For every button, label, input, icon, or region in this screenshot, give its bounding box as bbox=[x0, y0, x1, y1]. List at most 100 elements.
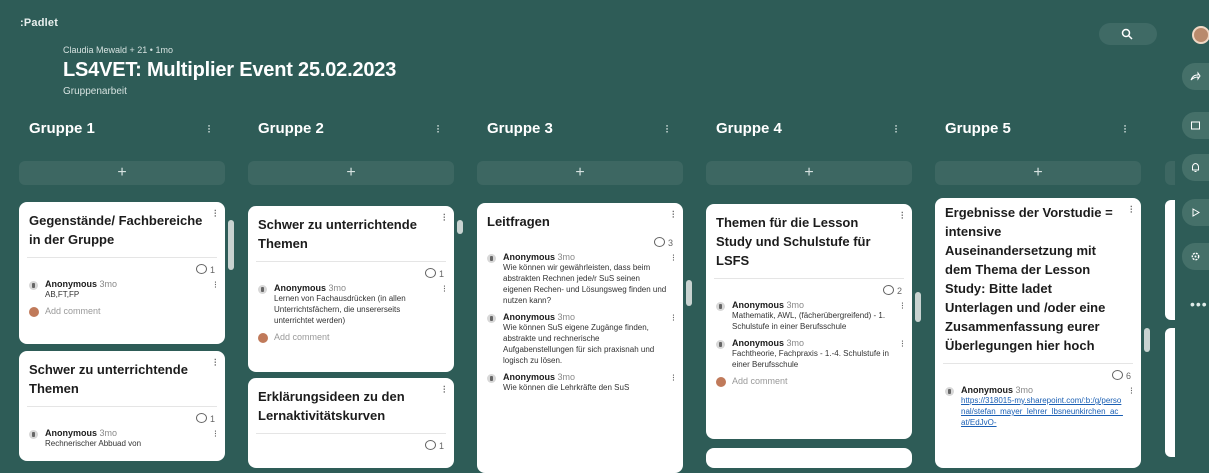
add-post-button[interactable]: + bbox=[935, 161, 1141, 185]
column-title: Gruppe 5 bbox=[945, 120, 1011, 137]
column-header: Gruppe 1 ⁝ bbox=[19, 120, 225, 144]
post-menu-icon[interactable]: ⁝ bbox=[214, 356, 218, 369]
gear-icon bbox=[1191, 252, 1200, 261]
post-card[interactable]: Gegenstände/ Fachbereiche in der Gruppe … bbox=[19, 202, 225, 344]
post-menu-icon[interactable]: ⁝ bbox=[1130, 203, 1134, 216]
column-menu-icon[interactable]: ⁝ bbox=[894, 122, 898, 136]
comment-count: 2 bbox=[706, 279, 912, 296]
add-post-button[interactable]: + bbox=[248, 161, 454, 185]
comment-menu-icon[interactable]: ⁝ bbox=[672, 373, 675, 384]
scrollbar[interactable] bbox=[457, 220, 463, 234]
scrollbar[interactable] bbox=[915, 292, 921, 322]
comment-body: Wie können die Lehrkräfte den SuS bbox=[503, 383, 630, 392]
post-card-partial[interactable] bbox=[1165, 200, 1175, 320]
share-button[interactable] bbox=[1182, 63, 1209, 90]
comment-menu-icon[interactable]: ⁝ bbox=[672, 313, 675, 324]
comment: Anonymous 3mo https://318015-my.sharepoi… bbox=[935, 381, 1141, 430]
comment-body: AB,FT,FP bbox=[45, 290, 80, 299]
comment-author: Anonymous bbox=[45, 428, 98, 438]
add-post-button[interactable]: + bbox=[19, 161, 225, 185]
anonymous-avatar-icon bbox=[258, 285, 267, 294]
comment-menu-icon[interactable]: ⁝ bbox=[672, 253, 675, 264]
comment-icon bbox=[882, 285, 894, 295]
scrollbar[interactable] bbox=[1144, 328, 1150, 352]
comment-icon bbox=[424, 440, 436, 450]
remix-icon bbox=[1191, 121, 1200, 130]
comment-link[interactable]: https://318015-my.sharepoint.com/:b:/g/p… bbox=[961, 395, 1125, 428]
column-menu-icon[interactable]: ⁝ bbox=[436, 122, 440, 136]
search-button[interactable] bbox=[1099, 23, 1157, 45]
notifications-button[interactable] bbox=[1182, 154, 1209, 181]
column-menu-icon[interactable]: ⁝ bbox=[665, 122, 669, 136]
scrollbar[interactable] bbox=[686, 280, 692, 306]
share-icon bbox=[1190, 71, 1201, 81]
comment-count: 1 bbox=[248, 434, 454, 451]
comment-icon bbox=[195, 264, 207, 274]
play-icon bbox=[1192, 208, 1200, 217]
scrollbar[interactable] bbox=[228, 220, 234, 270]
comment: Anonymous 3mo Rechnerischer Abbuad von ⁝ bbox=[19, 424, 225, 451]
comment-time: 3mo bbox=[557, 252, 576, 262]
comment-icon bbox=[653, 237, 665, 247]
comment: Anonymous 3mo Wie können SuS eigene Zugä… bbox=[477, 308, 683, 368]
add-post-button[interactable]: + bbox=[477, 161, 683, 185]
comment-author: Anonymous bbox=[503, 372, 556, 382]
post-title: Themen für die Lesson Study und Schulstu… bbox=[716, 215, 871, 268]
post-menu-icon[interactable]: ⁝ bbox=[443, 211, 447, 224]
post-card[interactable]: Schwer zu unterrichtende Themen ⁝ 1 Anon… bbox=[19, 351, 225, 461]
anonymous-avatar-icon bbox=[487, 254, 496, 263]
post-card[interactable]: Leitfragen ⁝ 3 Anonymous 3mo Wie können … bbox=[477, 203, 683, 473]
column-header: Gruppe 4 ⁝ bbox=[706, 120, 912, 144]
board-meta: Claudia Mewald + 21 • 1mo bbox=[63, 45, 173, 55]
post-card[interactable]: Ergebnisse der Vorstudie = intensive Aus… bbox=[935, 198, 1141, 468]
post-menu-icon[interactable]: ⁝ bbox=[901, 209, 905, 222]
comment-author: Anonymous bbox=[961, 385, 1014, 395]
comment-author: Anonymous bbox=[503, 312, 556, 322]
more-icon[interactable]: ••• bbox=[1190, 296, 1208, 312]
add-comment-field[interactable]: Add comment bbox=[248, 328, 454, 350]
comment-author: Anonymous bbox=[274, 283, 327, 293]
add-post-button-partial[interactable] bbox=[1165, 161, 1175, 185]
post-card[interactable]: Erklärungsideen zu den Lernaktivitätskur… bbox=[248, 378, 454, 468]
padlet-logo[interactable]: :Padlet bbox=[20, 17, 58, 29]
post-card[interactable]: Themen für die Lesson Study und Schulstu… bbox=[706, 204, 912, 439]
anonymous-avatar-icon bbox=[487, 374, 496, 383]
remix-button[interactable] bbox=[1182, 112, 1209, 139]
column-title: Gruppe 2 bbox=[258, 120, 324, 137]
comment-count: 1 bbox=[248, 262, 454, 279]
add-post-button[interactable]: + bbox=[706, 161, 912, 185]
comment-body: Mathematik, AWL, (fächerübergreifend) - … bbox=[732, 311, 886, 331]
comment-count: 6 bbox=[935, 364, 1141, 381]
post-menu-icon[interactable]: ⁝ bbox=[443, 383, 447, 396]
comment-menu-icon[interactable]: ⁝ bbox=[214, 280, 217, 291]
comment-menu-icon[interactable]: ⁝ bbox=[1130, 386, 1133, 397]
comment-count: 3 bbox=[477, 231, 683, 248]
slideshow-button[interactable] bbox=[1182, 199, 1209, 226]
post-menu-icon[interactable]: ⁝ bbox=[672, 208, 676, 221]
comment-icon bbox=[424, 268, 436, 278]
user-avatar-icon bbox=[716, 377, 726, 387]
column-menu-icon[interactable]: ⁝ bbox=[1123, 122, 1127, 136]
user-avatar[interactable] bbox=[1192, 26, 1209, 44]
post-title: Ergebnisse der Vorstudie = intensive Aus… bbox=[945, 205, 1113, 353]
post-card-partial[interactable] bbox=[1165, 328, 1175, 457]
comment-count: 1 bbox=[19, 407, 225, 424]
comment-menu-icon[interactable]: ⁝ bbox=[901, 301, 904, 312]
comment-time: 3mo bbox=[557, 372, 576, 382]
comment-menu-icon[interactable]: ⁝ bbox=[214, 429, 217, 440]
post-card[interactable]: Schwer zu unterrichtende Themen ⁝ 1 Anon… bbox=[248, 206, 454, 372]
comment-menu-icon[interactable]: ⁝ bbox=[901, 339, 904, 350]
column-header: Gruppe 3 ⁝ bbox=[477, 120, 683, 144]
post-menu-icon[interactable]: ⁝ bbox=[214, 207, 218, 220]
column-header: Gruppe 5 ⁝ bbox=[935, 120, 1141, 144]
comment-time: 3mo bbox=[99, 428, 118, 438]
comment-menu-icon[interactable]: ⁝ bbox=[443, 284, 446, 295]
post-card[interactable] bbox=[706, 448, 912, 468]
add-comment-field[interactable]: Add comment bbox=[19, 302, 225, 324]
settings-button[interactable] bbox=[1182, 243, 1209, 270]
comment-body: Rechnerischer Abbuad von bbox=[45, 439, 142, 448]
comment: Anonymous 3mo Wie können wir gewährleist… bbox=[477, 248, 683, 308]
column-menu-icon[interactable]: ⁝ bbox=[207, 122, 211, 136]
comment-icon bbox=[195, 413, 207, 423]
add-comment-field[interactable]: Add comment bbox=[706, 372, 912, 394]
